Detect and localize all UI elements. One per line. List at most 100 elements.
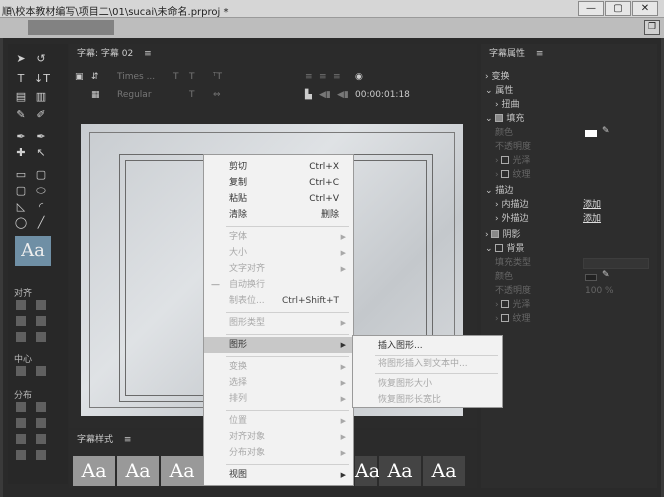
style-swatch[interactable]: Aa <box>423 456 465 486</box>
menu-item-copy[interactable]: 复制 Ctrl+C <box>204 175 353 191</box>
ellipse-tool-icon[interactable]: ◯ <box>14 216 28 229</box>
style-swatch[interactable]: Aa <box>379 456 421 486</box>
italic-icon[interactable]: T <box>189 72 195 82</box>
shadow-checkbox[interactable] <box>491 230 500 238</box>
path-type-tool-icon[interactable]: ✎ <box>14 108 28 121</box>
menu-item-font[interactable]: 字体 ▶ <box>204 229 353 245</box>
distribute-icon[interactable] <box>16 418 26 428</box>
styles-menu-icon[interactable]: ≡ <box>124 435 132 445</box>
add-inner-stroke-link[interactable]: 添加 <box>583 198 623 212</box>
bg-texture-checkbox[interactable] <box>501 314 510 322</box>
center-vertical-icon[interactable] <box>36 366 46 376</box>
prop-properties[interactable]: ⌄ 属性 <box>481 84 657 98</box>
vertical-type-tool-icon[interactable]: ↓T <box>34 72 50 85</box>
menu-item-word-wrap[interactable]: — 自动换行 <box>204 277 353 293</box>
align-right-icon[interactable] <box>16 332 26 342</box>
arc-tool-icon[interactable]: ◜ <box>34 200 48 213</box>
menu-item-paste[interactable]: 粘贴 Ctrl+V <box>204 191 353 207</box>
distribute-icon[interactable] <box>36 450 46 460</box>
maximize-button[interactable]: ▢ <box>605 1 631 16</box>
rounded-rectangle-tool-icon[interactable]: ▢ <box>34 168 48 181</box>
align-center-text-icon[interactable]: ≡ <box>319 72 327 82</box>
texture-checkbox[interactable] <box>501 170 510 178</box>
submenu-item-restore-size[interactable]: 恢复图形大小 <box>353 376 502 392</box>
menu-item-position[interactable]: 位置 ▶ <box>204 413 353 429</box>
menu-item-tab-stops[interactable]: 制表位... Ctrl+Shift+T <box>204 293 353 309</box>
bg-opacity-value[interactable]: 100 % <box>585 284 645 298</box>
prop-fill[interactable]: ⌄ 填充 <box>481 112 657 126</box>
selection-tool-icon[interactable]: ➤ <box>14 52 28 65</box>
submenu-item-insert-graphic[interactable]: 插入图形... <box>353 338 502 354</box>
submenu-item-insert-into-text[interactable]: 将图形插入到文本中... <box>353 356 502 372</box>
safe-area-icon[interactable]: ▙ <box>305 90 312 100</box>
align-left-icon[interactable] <box>16 300 26 310</box>
fill-color-swatch[interactable] <box>585 130 597 137</box>
menu-item-cut[interactable]: 剪切 Ctrl+X <box>204 159 353 175</box>
center-horizontal-icon[interactable] <box>16 366 26 376</box>
font-family-select[interactable]: Times ... <box>117 72 155 82</box>
menu-item-select[interactable]: 选择 ▶ <box>204 375 353 391</box>
bg-color-swatch[interactable] <box>585 274 597 281</box>
minimize-button[interactable]: — <box>578 1 604 16</box>
rounded-corner-tool-icon[interactable]: ⬭ <box>34 184 48 197</box>
volume-icon-2[interactable]: ◀▮ <box>337 90 349 100</box>
prop-inner-stroke[interactable]: › 内描边 <box>481 198 657 212</box>
align-center-v-icon[interactable] <box>36 316 46 326</box>
menu-item-graphic[interactable]: 图形 ▶ <box>204 337 353 353</box>
submenu-item-restore-aspect[interactable]: 恢复图形长宽比 <box>353 392 502 408</box>
prop-texture[interactable]: › 纹理 <box>481 168 657 182</box>
properties-menu-icon[interactable]: ≡ <box>536 49 544 59</box>
menu-item-view[interactable]: 视图 ▶ <box>204 467 353 483</box>
restore-button[interactable]: ❐ <box>644 20 660 35</box>
style-swatch[interactable]: Aa <box>73 456 115 486</box>
sheen-checkbox[interactable] <box>501 156 510 164</box>
type-tool-icon[interactable]: T <box>14 72 28 85</box>
menu-item-graphic-type[interactable]: 图形类型 ▶ <box>204 315 353 331</box>
background-checkbox[interactable] <box>495 244 504 252</box>
underline-icon[interactable]: T <box>189 90 195 100</box>
menu-item-text-align[interactable]: 文字对齐 ▶ <box>204 261 353 277</box>
delete-anchor-tool-icon[interactable]: ✒ <box>34 130 48 143</box>
fill-type-select[interactable] <box>583 258 649 269</box>
prop-distort[interactable]: › 扭曲 <box>481 98 657 112</box>
menu-item-align-objects[interactable]: 对齐对象 ▶ <box>204 429 353 445</box>
line-tool-icon[interactable]: ╱ <box>34 216 48 229</box>
fill-checkbox[interactable] <box>495 114 504 122</box>
tab-stops-icon[interactable]: ▦ <box>91 90 100 100</box>
prop-bg-sheen[interactable]: › 光泽 <box>481 298 657 312</box>
volume-icon[interactable]: ◀▮ <box>319 90 331 100</box>
vertical-path-type-tool-icon[interactable]: ✐ <box>34 108 48 121</box>
prop-sheen[interactable]: › 光泽 <box>481 154 657 168</box>
style-swatch[interactable]: Aa <box>355 456 380 486</box>
distribute-icon[interactable] <box>36 434 46 444</box>
align-bottom-icon[interactable] <box>36 332 46 342</box>
menu-item-transform[interactable]: 变换 ▶ <box>204 359 353 375</box>
distribute-icon[interactable] <box>16 450 26 460</box>
prop-shadow[interactable]: › 阴影 <box>481 228 657 242</box>
bold-icon[interactable]: T <box>173 72 179 82</box>
prop-bg-texture[interactable]: › 纹理 <box>481 312 657 326</box>
menu-item-distribute-objects[interactable]: 分布对象 ▶ <box>204 445 353 461</box>
distribute-icon[interactable] <box>16 402 26 412</box>
timecode[interactable]: 00:00:01:18 <box>355 90 410 100</box>
distribute-icon[interactable] <box>36 402 46 412</box>
style-swatch[interactable]: Aa <box>117 456 159 486</box>
align-right-text-icon[interactable]: ≡ <box>333 72 341 82</box>
wedge-tool-icon[interactable]: ◺ <box>14 200 28 213</box>
bg-eyedropper-icon[interactable]: ✎ <box>602 270 610 280</box>
panel-menu-icon[interactable]: ≡ <box>144 49 152 59</box>
font-size-icon[interactable]: ᵀT <box>213 72 222 82</box>
roll-crawl-icon[interactable]: ⇵ <box>91 72 99 82</box>
bg-sheen-checkbox[interactable] <box>501 300 510 308</box>
align-top-icon[interactable] <box>36 300 46 310</box>
prop-outer-stroke[interactable]: › 外描边 <box>481 212 657 226</box>
distribute-icon[interactable] <box>16 434 26 444</box>
align-left-text-icon[interactable]: ≡ <box>305 72 313 82</box>
distribute-icon[interactable] <box>36 418 46 428</box>
menu-item-arrange[interactable]: 排列 ▶ <box>204 391 353 407</box>
font-style-select[interactable]: Regular <box>117 90 152 100</box>
clipped-corner-tool-icon[interactable]: ▢ <box>14 184 28 197</box>
rotation-tool-icon[interactable]: ↺ <box>34 52 48 65</box>
align-center-h-icon[interactable] <box>16 316 26 326</box>
add-anchor-tool-icon[interactable]: ✚ <box>14 146 28 159</box>
